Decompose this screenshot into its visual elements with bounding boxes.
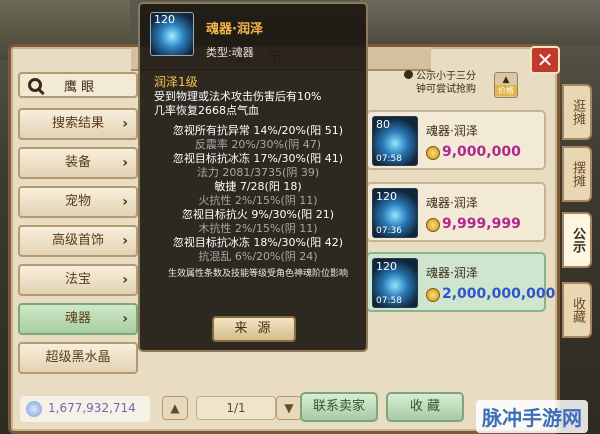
page-down-button[interactable]: ▼ — [276, 396, 302, 420]
item-name: 魂器·润泽 — [426, 196, 478, 210]
attribute-line: 法力 2081/3735(阴 39) — [196, 166, 320, 179]
tooltip-item-icon: 120 — [150, 12, 194, 56]
coin-icon — [426, 218, 440, 232]
sidebar-item-label: 魂器 — [64, 311, 91, 326]
silver-coin-icon — [26, 401, 42, 417]
search-label: 鹰 眼 — [64, 79, 95, 95]
notice-line-2: 钟可尝试抢购 — [416, 84, 476, 95]
site-watermark: 脉冲手游网 — [476, 400, 588, 433]
item-level: 120 — [376, 260, 397, 273]
search-icon — [28, 78, 42, 92]
soul-vessel-item-icon: 120 07:58 — [372, 258, 418, 308]
attribute-line: 敏捷 7/28(阳 18) — [214, 180, 302, 193]
listing-card-selected[interactable]: 120 07:58 魂器·润泽 2,000,000,000 — [366, 252, 555, 312]
sidebar-item-equipment[interactable]: 装备 › — [18, 147, 138, 179]
tooltip-item-name: 魂器·润泽 — [206, 22, 263, 37]
sort-arrow-icon: ▲ — [502, 75, 510, 85]
chevron-right-icon: › — [122, 272, 128, 288]
coin-icon — [426, 288, 440, 302]
attribute-line: 忽视所有抗异常 14%/20%(阳 51) — [172, 124, 344, 137]
item-time: 07:36 — [376, 226, 402, 236]
notice-line-1: 公示小于三分 — [416, 71, 476, 82]
soul-vessel-item-icon: 120 07:36 — [372, 188, 418, 238]
item-name: 魂器·润泽 — [426, 266, 478, 280]
tooltip-item-type: 类型:魂器 — [206, 46, 254, 59]
attribute-line: 忽视目标抗火 9%/30%(阳 21) — [181, 208, 335, 221]
tooltip-footer-note: 生效属性条数及技能等级受角色神魂阶位影响 — [167, 269, 348, 279]
sidebar-item-search-results[interactable]: 搜索结果 › — [18, 108, 138, 140]
tooltip-body: 润泽1级 受到物理或法术攻击伤害后有10% 几率恢复2668点气血 忽视所有抗异… — [154, 74, 362, 279]
item-time: 07:58 — [376, 154, 402, 164]
sidebar-item-artifacts[interactable]: 法宝 › — [18, 264, 138, 296]
page-up-button[interactable]: ▲ — [162, 396, 188, 420]
attribute-line: 火抗性 2%/15%(阴 11) — [198, 194, 318, 207]
effect-desc-line-2: 几率恢复2668点气血 — [154, 104, 259, 117]
sort-tag: 价格 — [495, 85, 517, 96]
item-level: 120 — [376, 190, 397, 203]
tab-browse-stalls[interactable]: 逛摊 — [562, 84, 592, 140]
chevron-right-icon: › — [122, 194, 128, 210]
item-price: 9,999,999 — [442, 216, 521, 232]
close-button[interactable]: ✕ — [530, 46, 560, 74]
sidebar-item-label: 搜索结果 — [51, 116, 104, 131]
tab-public-notice[interactable]: 公示 — [562, 212, 592, 268]
page-indicator: 1/1 — [196, 396, 276, 420]
sidebar-item-label: 装备 — [64, 155, 91, 170]
attribute-line: 反震率 20%/30%(阴 47) — [194, 138, 322, 151]
favorite-button[interactable]: 收 藏 — [386, 392, 464, 422]
chevron-right-icon: › — [122, 116, 128, 132]
listing-card[interactable]: 120 07:36 魂器·润泽 9,999,999 — [366, 182, 546, 242]
notice-text: 公示小于三分 钟可尝试抢购 — [404, 70, 476, 96]
sidebar-item-label: 法宝 — [64, 272, 91, 287]
effect-title: 润泽1级 — [154, 75, 198, 89]
sidebar-item-jewelry[interactable]: 高级首饰 › — [18, 225, 138, 257]
sort-by-price-button[interactable]: ▲ 价格 — [494, 72, 518, 98]
chevron-right-icon: › — [122, 233, 128, 249]
attribute-list: 忽视所有抗异常 14%/20%(阳 51) 反震率 20%/30%(阴 47) 忽视… — [154, 124, 362, 264]
tab-set-up-stall[interactable]: 摆摊 — [562, 146, 592, 202]
contact-seller-button[interactable]: 联系卖家 — [300, 392, 378, 422]
item-level: 80 — [376, 118, 390, 131]
attribute-line: 木抗性 2%/15%(阴 11) — [198, 222, 318, 235]
sidebar-item-black-crystal[interactable]: 超级黑水晶 — [18, 342, 138, 374]
attribute-line: 忽视目标抗冰冻 17%/30%(阳 41) — [172, 152, 344, 165]
soul-vessel-item-icon: 80 07:58 — [372, 116, 418, 166]
effect-desc-line-1: 受到物理或法术攻击伤害后有10% — [154, 90, 322, 103]
item-time: 07:58 — [376, 296, 402, 306]
money-amount: 1,677,932,714 — [48, 401, 136, 415]
sidebar-item-pets[interactable]: 宠物 › — [18, 186, 138, 218]
attribute-line: 抗混乱 6%/20%(阴 24) — [198, 250, 318, 263]
tab-favorites[interactable]: 收藏 — [562, 282, 592, 338]
sidebar-item-soul-vessel[interactable]: 魂器 › — [18, 303, 138, 335]
source-button[interactable]: 来 源 — [212, 316, 296, 342]
tooltip-item-level: 120 — [154, 13, 175, 26]
player-money-display: 1,677,932,714 — [20, 396, 150, 422]
item-tooltip: 120 魂器·润泽 类型:魂器 润泽1级 受到物理或法术攻击伤害后有10% 几率… — [138, 2, 368, 352]
item-price: 2,000,000,000 — [442, 286, 556, 302]
search-eagle-eye-button[interactable]: 鹰 眼 — [18, 72, 138, 98]
sidebar-item-label: 超级黑水晶 — [45, 350, 111, 365]
item-price: 9,000,000 — [442, 144, 521, 160]
item-name: 魂器·润泽 — [426, 124, 478, 138]
chevron-right-icon: › — [122, 155, 128, 171]
chevron-right-icon: › — [122, 311, 128, 327]
category-sidebar: 搜索结果 › 装备 › 宠物 › 高级首饰 › 法宝 › 魂器 › 超级黑水晶 — [18, 108, 138, 381]
listing-card[interactable]: 80 07:58 魂器·润泽 9,000,000 — [366, 110, 546, 170]
sidebar-item-label: 宠物 — [64, 194, 91, 209]
notice-icon — [404, 70, 413, 79]
scene-right-decor — [360, 0, 600, 45]
coin-icon — [426, 146, 440, 160]
sidebar-item-label: 高级首饰 — [51, 233, 104, 248]
attribute-line: 忽视目标抗冰冻 18%/30%(阳 42) — [172, 236, 344, 249]
